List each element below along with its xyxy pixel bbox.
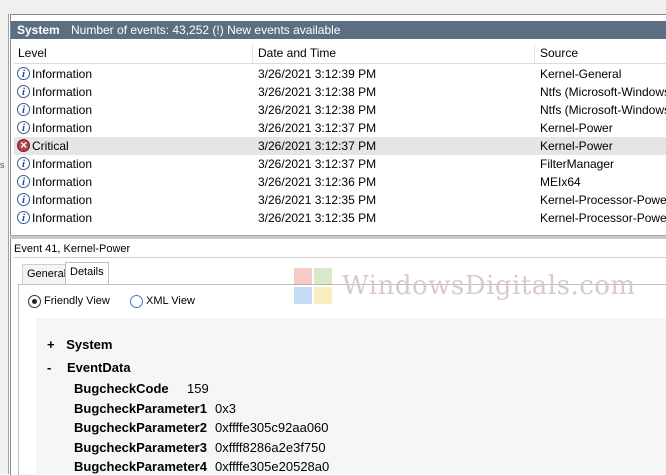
node-label: System [66,337,113,352]
column-header-source[interactable]: Source [540,44,578,63]
event-source: Ntfs (Microsoft-Windows [540,85,666,99]
log-name: System [17,23,60,37]
event-row[interactable]: Information 3/26/2021 3:12:37 PM FilterMan… [14,155,666,173]
event-level: Information [32,193,93,207]
information-icon [17,83,30,101]
log-titlebar: System Number of events: 43,252 (!) New … [11,21,666,39]
event-row[interactable]: Information 3/26/2021 3:12:38 PM Ntfs (Mic… [14,83,666,101]
event-level: Information [32,103,93,117]
field-value: 0xffff8286a2e3f750 [215,440,326,455]
critical-icon [17,136,30,154]
information-icon [17,119,30,137]
pane-splitter[interactable] [10,235,666,239]
event-datetime: 3/26/2021 3:12:35 PM [258,211,377,225]
information-icon [17,101,30,119]
field-name: BugcheckParameter2 [74,420,207,435]
tab-general[interactable]: General [22,264,72,284]
event-source: MEIx64 [540,175,581,189]
field-name: BugcheckParameter1 [74,401,207,416]
tab-details[interactable]: Details [65,262,109,284]
field-name: BugcheckCode [74,381,169,396]
event-source: Kernel-Power [540,139,613,153]
watermark: WindowsDigitals.com [292,266,666,310]
expand-toggle[interactable]: + [47,337,55,352]
event-source: Kernel-General [540,67,622,81]
event-level: Information [32,67,93,81]
field-value: 0xffffe305e20528a0 [215,459,330,474]
column-header-datetime[interactable]: Date and Time [258,44,336,63]
event-level: Information [32,157,93,171]
radio-unselected-icon [130,295,143,308]
event-row[interactable]: Information 3/26/2021 3:12:35 PM Kernel-Pr… [14,191,666,209]
field-value: 159 [187,381,209,396]
event-source: Ntfs (Microsoft-Windows [540,103,666,117]
field-name: BugcheckParameter3 [74,440,207,455]
event-row[interactable]: Information 3/26/2021 3:12:37 PM Kernel-Po… [14,119,666,137]
event-level: Critical [32,139,69,153]
field-value: 0x3 [215,401,236,416]
event-level: Information [32,121,93,135]
event-datetime: 3/26/2021 3:12:35 PM [258,193,377,207]
event-row-selected[interactable]: Critical 3/26/2021 3:12:37 PM Kernel-Power [14,136,666,155]
field-name: BugcheckParameter4 [74,459,207,474]
event-source: FilterManager [540,157,615,171]
event-level: Information [32,175,93,189]
radio-selected-icon [28,295,41,308]
column-divider[interactable] [252,44,253,63]
event-level: Information [32,85,93,99]
information-icon [17,65,30,83]
event-datetime: 3/26/2021 3:12:38 PM [258,85,377,99]
event-datetime: 3/26/2021 3:12:37 PM [258,121,377,135]
events-grid-header: Level Date and Time Source [14,44,666,64]
field-value: 0xffffe305c92aa060 [215,420,329,435]
node-label: EventData [66,360,131,375]
column-divider[interactable] [534,44,535,63]
event-detail-title: Event 41, Kernel-Power [14,243,131,255]
windows-logo-icon [292,266,332,304]
top-gap [8,0,666,14]
event-count-summary: Number of events: 43,252 (!) New events … [71,23,341,37]
event-datetime: 3/26/2021 3:12:37 PM [258,157,377,171]
event-datetime: 3/26/2021 3:12:37 PM [258,139,377,153]
tree-node-system[interactable]: + System [47,337,112,352]
event-source: Kernel-Power [540,121,613,135]
events-list: Information 3/26/2021 3:12:39 PM Kernel-Ge… [14,65,666,233]
collapse-toggle[interactable]: - [47,360,51,375]
event-row[interactable]: Information 3/26/2021 3:12:38 PM Ntfs (Mic… [14,101,666,119]
event-datetime: 3/26/2021 3:12:38 PM [258,103,377,117]
event-row[interactable]: Information 3/26/2021 3:12:36 PM MEIx64 [14,173,666,191]
xml-view-label: XML View [146,295,195,307]
information-icon [17,173,30,191]
event-row[interactable]: Information 3/26/2021 3:12:35 PM Kernel-Pr… [14,209,666,227]
tree-node-eventdata[interactable]: - EventData [47,360,131,375]
left-pane-edge: s [0,0,9,474]
event-row[interactable]: Information 3/26/2021 3:12:39 PM Kernel-Ge… [14,65,666,83]
information-icon [17,209,30,227]
information-icon [17,155,30,173]
event-source: Kernel-Processor-Power ( [540,211,666,225]
event-datetime: 3/26/2021 3:12:39 PM [258,67,377,81]
event-level: Information [32,211,93,225]
watermark-text: WindowsDigitals.com [342,271,636,301]
event-source: Kernel-Processor-Power ( [540,193,666,207]
information-icon [17,191,30,209]
friendly-view-label: Friendly View [44,295,110,307]
column-header-level[interactable]: Level [18,44,47,63]
event-datetime: 3/26/2021 3:12:36 PM [258,175,377,189]
